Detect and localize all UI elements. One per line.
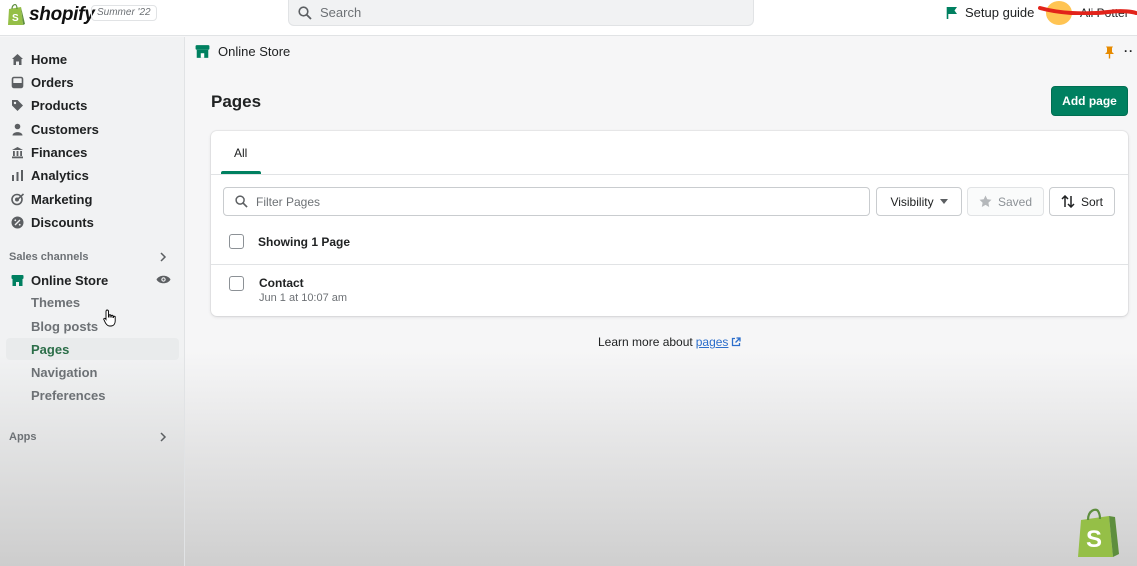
search-placeholder: Search xyxy=(320,5,362,20)
shopify-bag-icon: S xyxy=(1078,508,1119,557)
sidebar-item-analytics[interactable]: Analytics xyxy=(0,164,185,186)
pin-icon[interactable] xyxy=(1104,46,1115,59)
sidebar-item-label: Online Store xyxy=(31,272,109,288)
target-icon xyxy=(10,192,24,206)
tag-icon xyxy=(10,98,24,112)
shopify-logo[interactable]: S shopify xyxy=(6,3,95,27)
page-row-title[interactable]: Contact xyxy=(259,276,304,290)
tab-divider xyxy=(211,174,1128,175)
flag-icon xyxy=(946,6,957,19)
select-all-checkbox[interactable] xyxy=(229,234,244,249)
sidebar-item-label: Finances xyxy=(31,144,88,160)
sidebar-item-products[interactable]: Products xyxy=(0,94,185,116)
bar-chart-icon xyxy=(10,168,24,182)
page-title: Pages xyxy=(211,92,262,111)
sidebar-subitem-blog-posts[interactable]: Blog posts xyxy=(31,319,98,334)
search-icon xyxy=(235,195,248,208)
star-icon xyxy=(979,195,992,207)
sidebar-item-marketing[interactable]: Marketing xyxy=(0,188,185,210)
svg-text:S: S xyxy=(1086,526,1102,553)
add-page-button[interactable]: Add page xyxy=(1051,86,1128,116)
sidebar-item-orders[interactable]: Orders xyxy=(0,71,185,93)
sidebar-item-label: Discounts xyxy=(31,214,94,230)
setup-guide-button[interactable]: Setup guide xyxy=(946,5,1034,20)
search-icon xyxy=(298,5,312,20)
brand-name: shopify xyxy=(29,4,95,25)
learn-more: Learn more about pages xyxy=(598,335,742,349)
bank-icon xyxy=(10,145,24,159)
visibility-dropdown[interactable]: Visibility xyxy=(876,187,962,216)
sidebar-item-finances[interactable]: Finances xyxy=(0,141,185,163)
pages-card: All Filter Pages Visibility Saved Sort S… xyxy=(211,131,1128,316)
person-icon xyxy=(10,122,24,136)
sidebar-item-discounts[interactable]: Discounts xyxy=(0,211,185,233)
sort-icon xyxy=(1061,195,1075,208)
chevron-right-icon[interactable] xyxy=(159,252,167,262)
sidebar-subitem-pages[interactable]: Pages xyxy=(31,342,69,357)
store-icon xyxy=(10,273,24,287)
saved-button[interactable]: Saved xyxy=(967,187,1044,216)
chevron-right-icon[interactable] xyxy=(159,432,167,442)
edition-badge: Summer '22 xyxy=(91,5,157,21)
sidebar-subitem-themes[interactable]: Themes xyxy=(31,295,80,310)
sidebar-item-label: Home xyxy=(31,51,68,67)
eye-icon[interactable] xyxy=(156,274,171,285)
sidebar-subitem-preferences[interactable]: Preferences xyxy=(31,388,105,403)
setup-guide-label: Setup guide xyxy=(965,5,1035,20)
home-icon xyxy=(10,52,24,66)
breadcrumb[interactable]: Online Store xyxy=(195,44,290,59)
sidebar-item-label: Products xyxy=(31,97,88,113)
top-bar: S shopify Summer '22 Search Setup guide … xyxy=(0,0,1137,36)
tab-all[interactable]: All xyxy=(234,146,247,160)
orders-icon xyxy=(10,75,24,89)
sidebar-item-label: Orders xyxy=(31,74,74,90)
filter-pages-input[interactable]: Filter Pages xyxy=(223,187,870,216)
hand-cursor-icon xyxy=(103,309,116,327)
page-row-date: Jun 1 at 10:07 am xyxy=(259,292,348,304)
sales-channels-label: Sales channels xyxy=(9,251,89,263)
learn-more-text: Learn more about xyxy=(598,335,693,349)
svg-text:S: S xyxy=(12,13,19,24)
store-icon xyxy=(195,45,210,58)
apps-label: Apps xyxy=(9,431,37,443)
showing-count: Showing 1 Page xyxy=(258,235,351,249)
sidebar-item-customers[interactable]: Customers xyxy=(0,118,185,140)
saved-label: Saved xyxy=(997,194,1033,209)
visibility-label: Visibility xyxy=(890,194,934,209)
more-actions-icon[interactable]: ·· xyxy=(1124,44,1134,58)
caret-down-icon xyxy=(939,199,948,204)
filter-placeholder: Filter Pages xyxy=(256,194,321,209)
sidebar-item-home[interactable]: Home xyxy=(0,48,185,70)
row-checkbox[interactable] xyxy=(229,276,244,291)
shopify-bag-icon: S xyxy=(8,4,25,25)
learn-more-link[interactable]: pages xyxy=(696,335,729,349)
breadcrumb-label: Online Store xyxy=(218,44,291,59)
sort-label: Sort xyxy=(1080,194,1103,209)
redaction-scribble xyxy=(1038,6,1137,15)
sidebar-item-label: Analytics xyxy=(31,167,89,183)
sort-button[interactable]: Sort xyxy=(1049,187,1115,216)
sidebar-item-label: Customers xyxy=(31,121,99,137)
row-divider xyxy=(211,264,1128,265)
external-link-icon xyxy=(732,337,742,347)
search-input[interactable]: Search xyxy=(288,0,754,26)
discount-icon xyxy=(10,215,24,229)
sidebar-subitem-navigation[interactable]: Navigation xyxy=(31,365,97,380)
sidebar-item-label: Marketing xyxy=(31,191,93,207)
sidebar: Home Orders Products Customers Finances … xyxy=(0,37,185,566)
